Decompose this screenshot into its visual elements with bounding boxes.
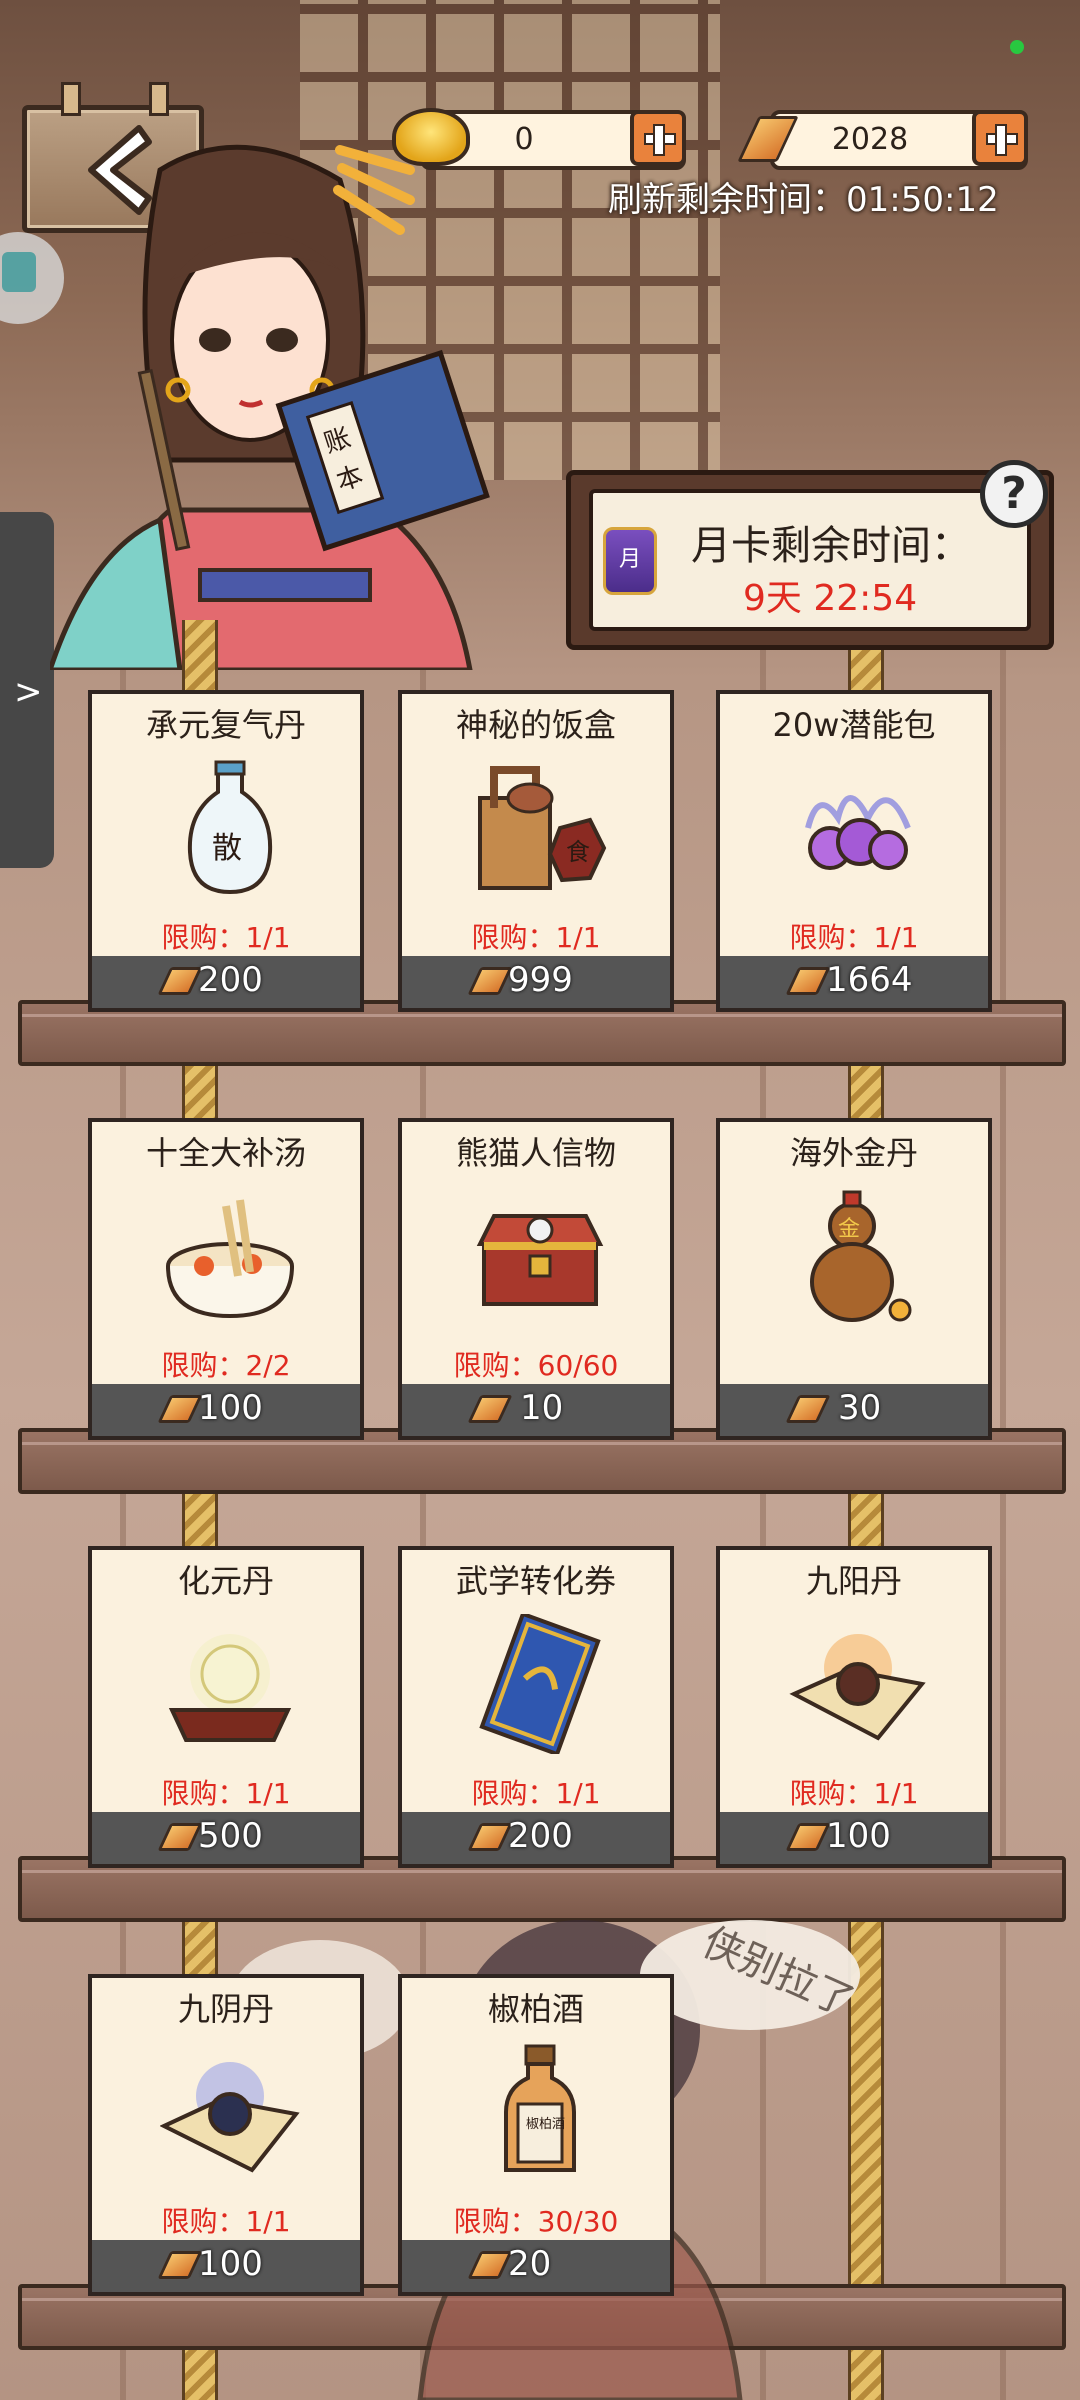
item-price: 100 <box>198 1388 263 1428</box>
shop-item-card[interactable]: 20w潜能包 限购：1/1 1664 <box>716 690 992 1012</box>
item-price: 30 <box>838 1388 882 1428</box>
item-price: 1664 <box>826 960 913 1000</box>
price-bar: 100 <box>720 1812 988 1864</box>
yang-pill-icon <box>789 1634 926 1741</box>
purchase-limit: 限购：1/1 <box>471 921 601 954</box>
svg-text:金: 金 <box>838 1217 860 1242</box>
ticket-icon <box>479 1614 601 1754</box>
treasure-chest-icon <box>476 1214 604 1306</box>
item-price: 20 <box>508 2244 552 2284</box>
item-price: 100 <box>826 1816 891 1856</box>
item-price: 10 <box>520 1388 564 1428</box>
gold-bar-icon <box>157 967 203 995</box>
price-bar: 10 <box>402 1384 670 1436</box>
yin-pill-icon <box>160 2062 300 2173</box>
price-bar: 200 <box>92 956 360 1008</box>
gold-bar-icon <box>785 1395 831 1423</box>
nail <box>149 82 169 116</box>
help-button[interactable]: ? <box>980 460 1048 528</box>
svg-text:食: 食 <box>566 838 590 866</box>
gold-bar-value: 2028 <box>831 122 909 157</box>
price-bar: 30 <box>720 1384 988 1436</box>
item-name: 海外金丹 <box>789 1134 918 1172</box>
nail <box>61 82 81 116</box>
purchase-limit: 限购：1/1 <box>471 1777 601 1810</box>
item-price: 999 <box>508 960 573 1000</box>
status-dot <box>1010 40 1024 54</box>
shop-item-card[interactable]: 海外金丹 金 30 <box>716 1118 992 1440</box>
shop-item-card[interactable]: 化元丹 限购：1/1 500 <box>88 1546 364 1868</box>
medicine-bottle-icon: 散 <box>187 760 273 895</box>
item-name: 20w潜能包 <box>772 706 936 744</box>
purchase-limit: 限购：60/60 <box>453 1349 619 1382</box>
add-gold-ingot-button[interactable] <box>630 110 686 166</box>
potential-orbs-icon <box>805 795 911 870</box>
gourd-icon: 金 <box>810 1190 912 1322</box>
shop-item-card[interactable]: 椒柏酒 椒柏酒 限购：30/30 20 <box>398 1974 674 2296</box>
refresh-timer: 刷新剩余时间：01:50:12 <box>608 172 999 221</box>
shop-item-card[interactable]: 十全大补汤 限购：2/2 100 <box>88 1118 364 1440</box>
price-bar: 100 <box>92 1384 360 1436</box>
purchase-limit: 限购：1/1 <box>161 2205 291 2238</box>
gold-bar-icon <box>467 1823 513 1851</box>
shop-item-card[interactable]: 九阳丹 限购：1/1 100 <box>716 1546 992 1868</box>
add-gold-bar-button[interactable] <box>972 110 1028 166</box>
purchase-limit: 限购：1/1 <box>161 1777 291 1810</box>
refresh-label: 刷新剩余时间： <box>608 180 846 220</box>
price-bar: 20 <box>402 2240 670 2292</box>
item-price: 200 <box>198 960 263 1000</box>
price-bar: 1664 <box>720 956 988 1008</box>
shop-item-card[interactable]: 武学转化券 限购：1/1 200 <box>398 1546 674 1868</box>
gold-bar-icon <box>157 1823 203 1851</box>
refresh-time: 01:50:12 <box>846 180 999 220</box>
food-box-icon: 食 <box>478 766 607 890</box>
gold-bar-icon <box>467 2251 513 2279</box>
month-card-badge-icon: 月 <box>603 527 657 595</box>
soup-bowl-icon <box>166 1199 294 1319</box>
month-card-remaining: 9天 22:54 <box>743 578 918 619</box>
gold-bar-icon <box>467 967 513 995</box>
wine-bottle-icon: 椒柏酒 <box>504 2044 576 2172</box>
item-name: 九阴丹 <box>177 1990 274 2028</box>
purchase-limit: 限购：1/1 <box>161 921 291 954</box>
item-name: 武学转化券 <box>455 1562 616 1600</box>
gold-bar-icon <box>467 1395 513 1423</box>
chevron-right-icon: > <box>14 672 43 712</box>
shopkeeper-character: 账 本 <box>50 144 490 670</box>
item-name: 熊猫人信物 <box>455 1134 616 1172</box>
gold-bar-counter: 2028 <box>770 110 1028 170</box>
wall-plank <box>1000 650 1006 2400</box>
shop-item-card[interactable]: 九阴丹 限购：1/1 100 <box>88 1974 364 2296</box>
shop-item-card[interactable]: 承元复气丹 散 限购：1/1 200 <box>88 690 364 1012</box>
purchase-limit: 限购：1/1 <box>789 921 919 954</box>
svg-text:散: 散 <box>212 831 242 866</box>
gold-bar-icon <box>157 2251 203 2279</box>
pearl-pedestal-icon <box>168 1634 292 1742</box>
price-bar: 100 <box>92 2240 360 2292</box>
item-name: 椒柏酒 <box>487 1990 584 2028</box>
price-bar: 200 <box>402 1812 670 1864</box>
gold-bar-icon <box>785 967 831 995</box>
svg-text:椒柏酒: 椒柏酒 <box>526 2117 565 2132</box>
gold-bar-icon <box>785 1823 831 1851</box>
item-price: 100 <box>198 2244 263 2284</box>
month-card-title: 月卡剩余时间： <box>691 523 971 569</box>
item-name: 化元丹 <box>177 1562 274 1600</box>
purchase-limit: 限购：2/2 <box>161 1349 291 1382</box>
price-bar: 500 <box>92 1812 360 1864</box>
purchase-limit: 限购：1/1 <box>789 1777 919 1810</box>
item-name: 九阳丹 <box>805 1562 902 1600</box>
item-price: 200 <box>508 1816 573 1856</box>
item-price: 500 <box>198 1816 263 1856</box>
price-bar: 999 <box>402 956 670 1008</box>
item-name: 十全大补汤 <box>145 1134 306 1172</box>
purchase-limit: 限购：30/30 <box>453 2205 619 2238</box>
shop-item-card[interactable]: 熊猫人信物 限购：60/60 10 <box>398 1118 674 1440</box>
item-name: 承元复气丹 <box>145 706 306 744</box>
item-name: 神秘的饭盒 <box>455 706 616 744</box>
side-drawer-handle[interactable]: > <box>0 512 54 868</box>
shop-item-card[interactable]: 神秘的饭盒 食 限购：1/1 999 <box>398 690 674 1012</box>
gold-bar-icon <box>157 1395 203 1423</box>
